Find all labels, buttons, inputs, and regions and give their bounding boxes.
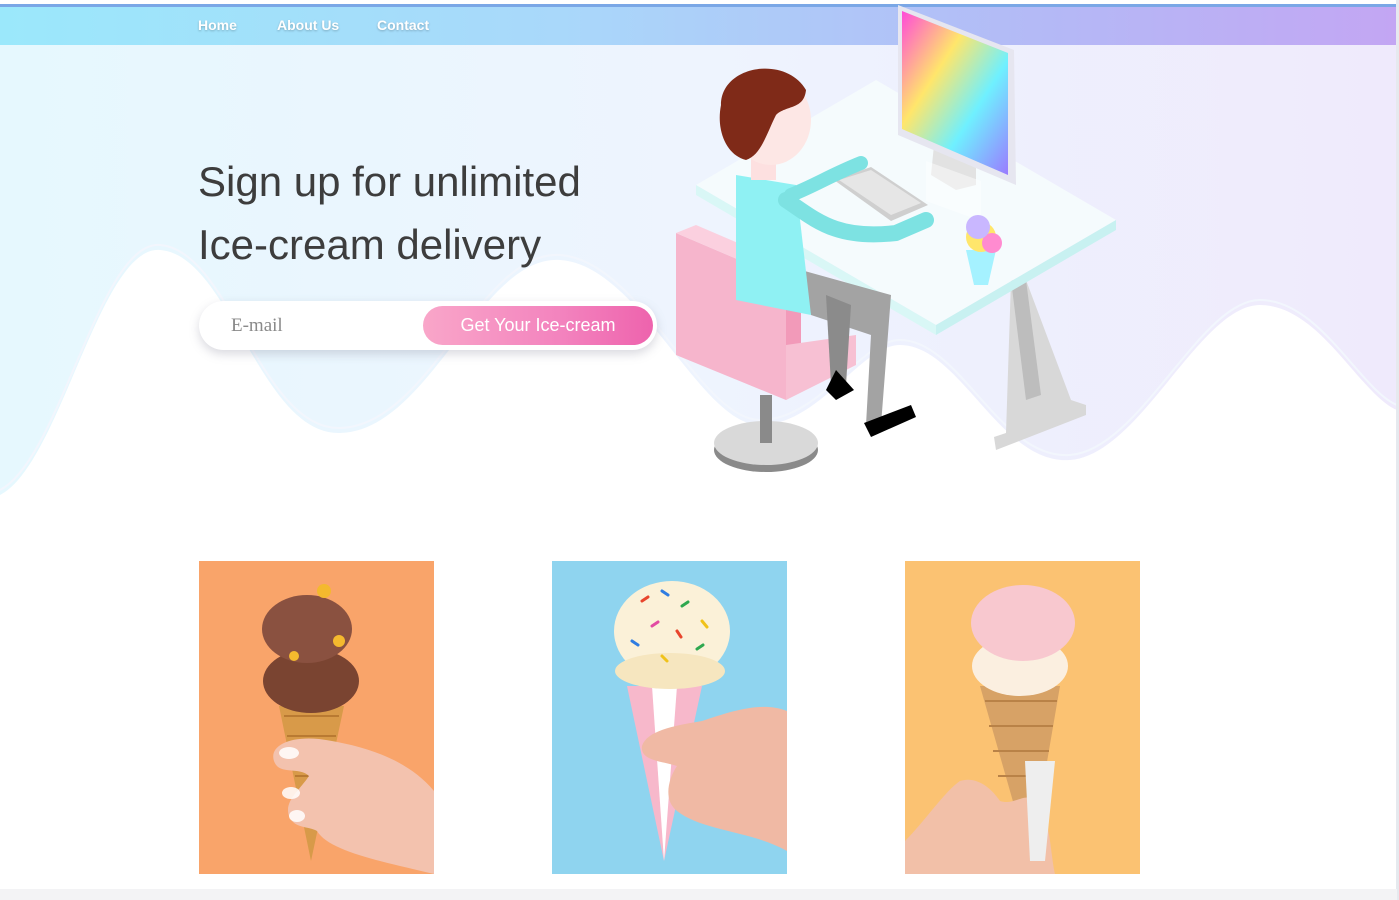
strawberry-ice-cream-cone-image	[905, 561, 1140, 874]
product-card-sprinkles[interactable]	[552, 561, 787, 874]
product-card-strawberry[interactable]	[905, 561, 1140, 874]
nav-item-about-us[interactable]: About Us	[277, 17, 339, 33]
headline-line-2: Ice-cream delivery	[198, 221, 542, 268]
chocolate-ice-cream-cone-image	[199, 561, 434, 874]
person-at-desk-illustration	[676, 5, 1116, 472]
nav-item-contact[interactable]: Contact	[377, 17, 429, 33]
hero-headline: Sign up for unlimited Ice-cream delivery	[198, 150, 658, 276]
nav-item-home[interactable]: Home	[198, 17, 237, 33]
product-card-chocolate[interactable]	[199, 561, 434, 874]
signup-form: Get Your Ice-cream	[199, 301, 657, 350]
sprinkles-vanilla-ice-cream-cone-image	[552, 561, 787, 874]
headline-line-1: Sign up for unlimited	[198, 158, 581, 205]
email-field[interactable]	[217, 307, 417, 344]
footer-strip	[0, 889, 1397, 900]
get-ice-cream-button[interactable]: Get Your Ice-cream	[423, 306, 653, 345]
